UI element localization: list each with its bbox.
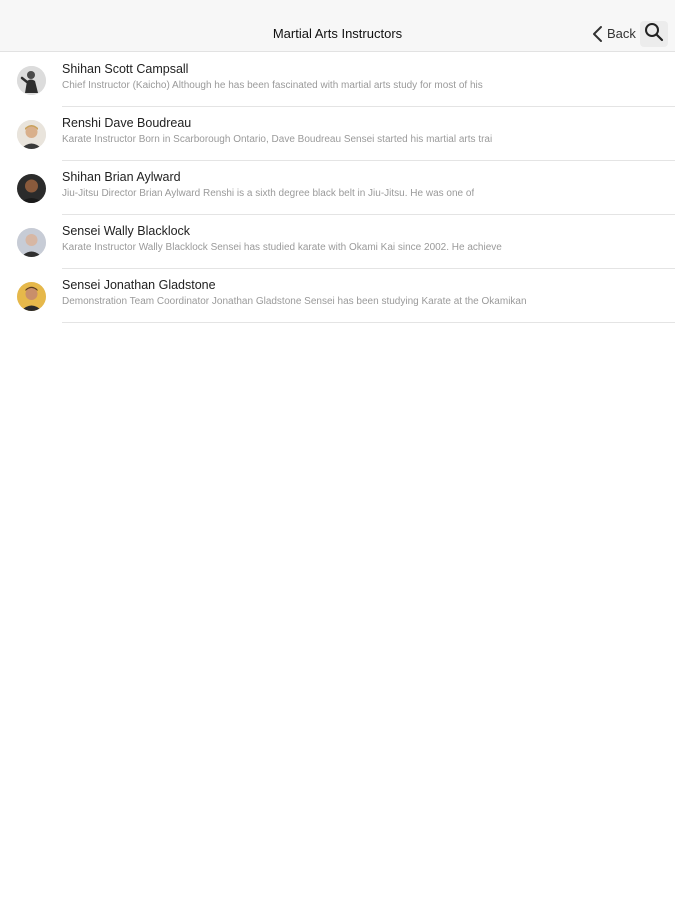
navigation-bar: Martial Arts Instructors Back xyxy=(0,0,675,52)
search-button[interactable] xyxy=(640,21,668,47)
instructor-summary: Karate Instructor Born in Scarborough On… xyxy=(62,134,493,145)
back-button[interactable]: Back xyxy=(592,23,636,45)
instructor-name: Sensei Wally Blacklock xyxy=(62,224,191,238)
instructor-summary: Chief Instructor (Kaicho) Although he ha… xyxy=(62,80,483,91)
instructor-name: Renshi Dave Boudreau xyxy=(62,116,192,130)
row-divider xyxy=(62,322,675,323)
instructor-name: Shihan Scott Campsall xyxy=(62,62,189,76)
back-label: Back xyxy=(607,26,636,41)
avatar xyxy=(17,174,46,203)
instructor-summary: Jiu-Jitsu Director Brian Aylward Renshi … xyxy=(62,188,475,199)
instructor-summary: Demonstration Team Coordinator Jonathan … xyxy=(62,296,527,307)
instructor-name: Shihan Brian Aylward xyxy=(62,170,181,184)
app-screen: Martial Arts Instructors Back Shihan Sco… xyxy=(0,0,675,900)
avatar xyxy=(17,282,46,311)
list-item[interactable]: Shihan Scott Campsall Chief Instructor (… xyxy=(0,53,675,107)
avatar xyxy=(17,120,46,149)
page-title: Martial Arts Instructors xyxy=(272,26,403,41)
list-item[interactable]: Sensei Jonathan Gladstone Demonstration … xyxy=(0,269,675,323)
avatar xyxy=(17,66,46,95)
instructor-name: Sensei Jonathan Gladstone xyxy=(62,278,216,292)
instructor-list: Shihan Scott Campsall Chief Instructor (… xyxy=(0,53,675,323)
chevron-left-icon xyxy=(592,25,603,43)
list-item[interactable]: Shihan Brian Aylward Jiu-Jitsu Director … xyxy=(0,161,675,215)
search-icon xyxy=(644,22,664,47)
list-item[interactable]: Sensei Wally Blacklock Karate Instructor… xyxy=(0,215,675,269)
list-item[interactable]: Renshi Dave Boudreau Karate Instructor B… xyxy=(0,107,675,161)
instructor-summary: Karate Instructor Wally Blacklock Sensei… xyxy=(62,242,502,253)
avatar xyxy=(17,228,46,257)
